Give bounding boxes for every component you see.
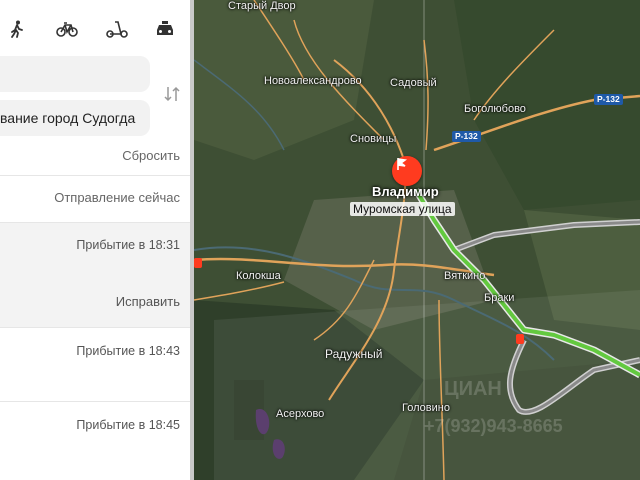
route-option-3[interactable]: Прибытие в 18:45: [0, 402, 190, 480]
route-arrival-time: Прибытие в 18:43: [76, 344, 180, 358]
street-label: Муромская улица: [350, 202, 455, 216]
swap-points-button[interactable]: [162, 84, 182, 104]
to-field[interactable]: вание город Судогда: [0, 100, 150, 136]
place-label: Асерхово: [276, 408, 325, 420]
route-arrival-time: Прибытие в 18:45: [76, 418, 180, 432]
route-arrival-time: Прибытие в 18:31: [76, 238, 180, 252]
flag-pin-icon: [397, 158, 408, 170]
departure-time-button[interactable]: Отправление сейчас: [54, 190, 180, 205]
road-number-badge: Р-132: [452, 131, 481, 142]
destination-pin[interactable]: [392, 156, 422, 186]
walk-mode-button[interactable]: [4, 16, 30, 42]
scooter-icon: [106, 21, 128, 38]
place-label: Старый Двор: [228, 0, 296, 12]
taxi-icon: [157, 21, 173, 35]
divider: [0, 175, 190, 176]
place-label: Вяткино: [444, 270, 486, 282]
swap-arrows-icon: [164, 86, 180, 102]
from-field[interactable]: [0, 56, 150, 92]
transport-mode-bar: [0, 0, 190, 52]
road-number-badge: Р-132: [594, 94, 623, 105]
watermark-phone: +7(932)943-8665: [424, 416, 563, 436]
route-panel: вание город Судогда Сбросить Отправление…: [0, 0, 190, 480]
place-label: Боголюбово: [464, 103, 526, 115]
bicycle-mode-button[interactable]: [54, 16, 80, 42]
place-label: Головино: [402, 402, 450, 414]
place-label: Колокша: [236, 270, 281, 282]
place-label: Браки: [484, 292, 515, 304]
scooter-mode-button[interactable]: [104, 16, 130, 42]
place-label: Сновицы: [350, 133, 397, 145]
walking-person-icon: [11, 20, 23, 38]
bicycle-icon: [56, 22, 78, 37]
satellite-map[interactable]: Старый Двор Новоалександрово Садовый Бог…: [194, 0, 640, 480]
to-field-value: вание город Судогда: [0, 110, 136, 126]
fix-route-button[interactable]: Исправить: [116, 294, 180, 309]
place-label: Новоалександрово: [264, 75, 362, 87]
reset-button[interactable]: Сбросить: [122, 148, 180, 163]
route-option-1[interactable]: Прибытие в 18:31 Исправить: [0, 223, 190, 327]
place-label: Садовый: [390, 77, 437, 89]
taxi-mode-button[interactable]: [152, 16, 178, 42]
city-label: Владимир: [372, 184, 439, 199]
route-option-2[interactable]: Прибытие в 18:43: [0, 328, 190, 400]
place-label: Радужный: [325, 347, 383, 361]
watermark-logo: ЦИАН: [444, 378, 502, 400]
